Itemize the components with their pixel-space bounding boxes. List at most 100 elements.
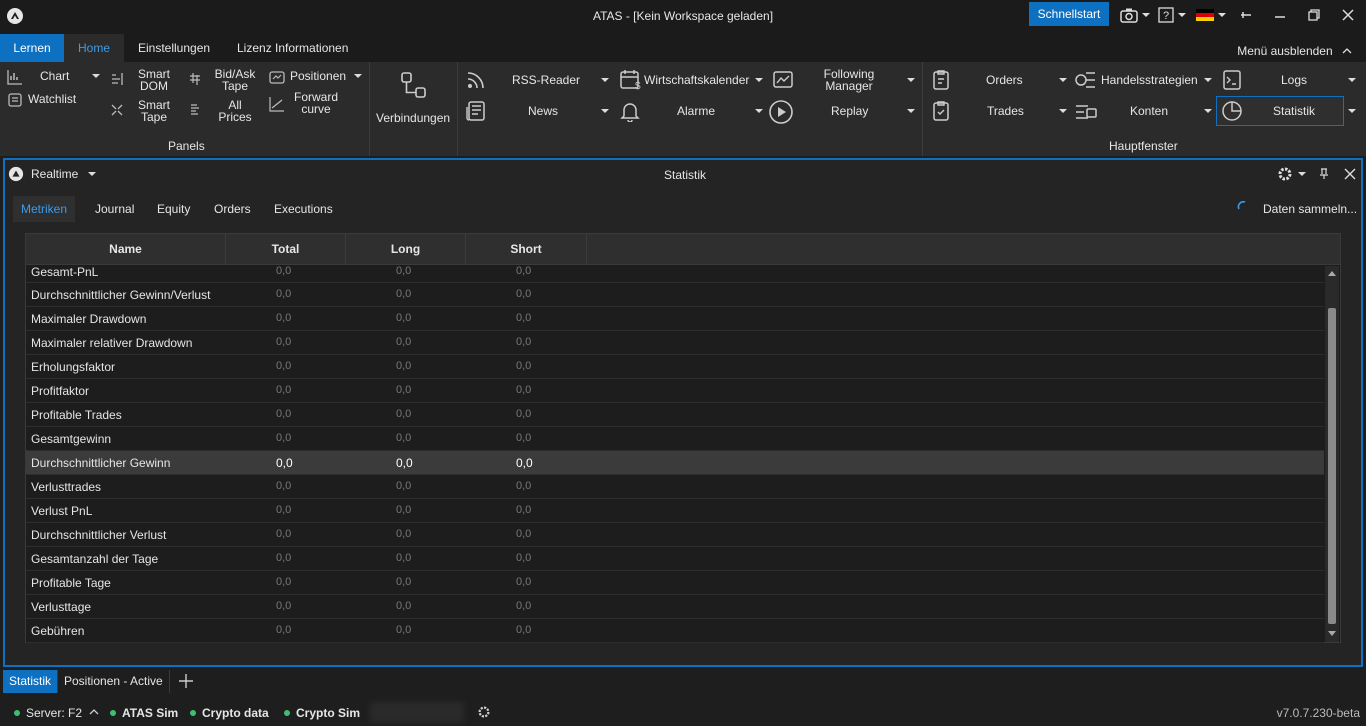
language-button[interactable] [1194, 5, 1228, 25]
table-row[interactable]: Profitable Tage 0,0 0,0 0,0 [26, 571, 1324, 595]
vertical-scrollbar[interactable] [1325, 266, 1339, 642]
metrics-table: Name Total Long Short Gesamt-PnL 0,0 0,0 0,… [25, 233, 1341, 643]
table-row[interactable]: Verlusttrades 0,0 0,0 0,0 [26, 475, 1324, 499]
news-button[interactable]: News [528, 104, 558, 118]
scroll-up-icon[interactable] [1328, 270, 1336, 276]
table-row[interactable]: Gesamt-PnL 0,0 0,0 0,0 [26, 265, 1324, 283]
add-tab-icon[interactable] [179, 674, 193, 688]
server-status[interactable]: Server: F2 [14, 706, 82, 720]
smart-dom-button[interactable]: Smart DOM [134, 68, 174, 92]
quickstart-button[interactable]: Schnellstart [1029, 2, 1109, 26]
column-header-long[interactable]: Long [346, 234, 466, 265]
connection-crypto-sim[interactable]: Crypto Sim [284, 706, 360, 720]
tab-lernen[interactable]: Lernen [0, 34, 64, 62]
trades-button[interactable]: Trades [987, 104, 1024, 118]
all-prices-button[interactable]: All Prices [210, 99, 260, 123]
handelsstrategien-dropdown-caret[interactable] [1204, 78, 1212, 82]
strategies-icon [1075, 72, 1095, 88]
metric-total-value: 0,0 [276, 528, 292, 540]
statistik-dropdown-caret[interactable] [1348, 109, 1356, 113]
table-row[interactable]: Durchschnittlicher Gewinn/Verlust 0,0 0,0 0… [26, 283, 1324, 307]
konten-button[interactable]: Konten [1130, 104, 1168, 118]
minimize-button[interactable] [1268, 5, 1292, 25]
scrollbar-thumb[interactable] [1328, 308, 1336, 624]
table-row[interactable]: Durchschnittlicher Gewinn 0,0 0,0 0,0 [26, 451, 1324, 475]
table-row[interactable]: Profitable Trades 0,0 0,0 0,0 [26, 403, 1324, 427]
chart-button[interactable]: Chart [40, 69, 69, 83]
all-prices-line2: Prices [218, 110, 252, 124]
positionen-button[interactable]: Positionen [290, 69, 346, 83]
panel-header: Realtime Statistik [5, 160, 1361, 188]
connection-crypto-data[interactable]: Crypto data [190, 706, 269, 720]
metric-long-value: 0,0 [396, 480, 412, 492]
tab-journal[interactable]: Journal [95, 196, 134, 222]
orders-icon [933, 70, 949, 90]
replay-dropdown-caret[interactable] [907, 109, 915, 113]
table-row[interactable]: Gesamtgewinn 0,0 0,0 0,0 [26, 427, 1324, 451]
following-manager-dropdown-caret[interactable] [907, 78, 915, 82]
tab-metriken[interactable]: Metriken [13, 196, 75, 222]
logs-button[interactable]: Logs [1281, 73, 1307, 87]
table-row[interactable]: Verlusttage 0,0 0,0 0,0 [26, 595, 1324, 619]
chevron-up-icon[interactable] [89, 708, 99, 716]
close-window-button[interactable] [1336, 5, 1360, 25]
positionen-dropdown-caret[interactable] [354, 74, 362, 78]
tab-einstellungen[interactable]: Einstellungen [138, 34, 210, 62]
alarme-dropdown-caret[interactable] [755, 109, 763, 113]
statistik-label: Statistik [1273, 104, 1316, 118]
ribbon-separator [369, 62, 370, 156]
bidask-tape-button[interactable]: Bid/Ask Tape [210, 68, 260, 92]
statistik-button[interactable]: Statistik [1216, 96, 1344, 126]
tab-orders[interactable]: Orders [214, 196, 251, 222]
pin-icon[interactable] [1318, 168, 1330, 180]
table-row[interactable]: Maximaler Drawdown 0,0 0,0 0,0 [26, 307, 1324, 331]
following-manager-button[interactable]: Following Manager [818, 68, 880, 92]
bottom-tab-statistik[interactable]: Statistik [3, 670, 58, 693]
orders-button[interactable]: Orders [986, 73, 1023, 87]
settings-gear-icon[interactable] [477, 705, 491, 719]
column-header-short[interactable]: Short [466, 234, 587, 265]
rss-reader-button[interactable]: RSS-Reader [512, 73, 580, 87]
table-row[interactable]: Profitfaktor 0,0 0,0 0,0 [26, 379, 1324, 403]
tab-executions[interactable]: Executions [274, 196, 333, 222]
trades-dropdown-caret[interactable] [1059, 109, 1067, 113]
help-button[interactable]: ? [1156, 5, 1188, 25]
column-header-name[interactable]: Name [26, 234, 226, 265]
tab-equity[interactable]: Equity [157, 196, 190, 222]
panel-settings-button[interactable] [1277, 166, 1307, 185]
replay-button[interactable]: Replay [831, 104, 868, 118]
metric-name: Maximaler Drawdown [31, 312, 147, 326]
konten-dropdown-caret[interactable] [1204, 109, 1212, 113]
logs-dropdown-caret[interactable] [1348, 78, 1356, 82]
news-dropdown-caret[interactable] [601, 109, 609, 113]
table-row[interactable]: Maximaler relativer Drawdown 0,0 0,0 0,0 [26, 331, 1324, 355]
alarme-button[interactable]: Alarme [677, 104, 715, 118]
menu-hide-button[interactable]: Menü ausblenden [1237, 44, 1352, 58]
wirtschaftskalender-dropdown-caret[interactable] [755, 78, 763, 82]
table-row[interactable]: Durchschnittlicher Verlust 0,0 0,0 0,0 [26, 523, 1324, 547]
handelsstrategien-button[interactable]: Handelsstrategien [1101, 73, 1198, 87]
tab-home[interactable]: Home [64, 34, 124, 62]
verbindungen-button[interactable]: Verbindungen [376, 111, 450, 125]
following-manager-icon [773, 71, 793, 88]
column-header-total[interactable]: Total [226, 234, 346, 265]
scroll-down-icon[interactable] [1328, 631, 1336, 637]
rss-dropdown-caret[interactable] [601, 78, 609, 82]
chart-dropdown-caret[interactable] [92, 74, 100, 78]
close-icon[interactable] [1344, 168, 1356, 180]
wirtschaftskalender-button[interactable]: Wirtschaftskalender [644, 73, 749, 87]
bottom-tab-positionen[interactable]: Positionen - Active [57, 670, 170, 693]
screenshot-button[interactable] [1118, 5, 1152, 25]
table-row[interactable]: Gesamtanzahl der Tage 0,0 0,0 0,0 [26, 547, 1324, 571]
table-row[interactable]: Erholungsfaktor 0,0 0,0 0,0 [26, 355, 1324, 379]
watchlist-button[interactable]: Watchlist [28, 92, 76, 106]
smart-tape-button[interactable]: Smart Tape [134, 99, 174, 123]
pin-window-button[interactable] [1236, 5, 1256, 25]
tab-lizenz-informationen[interactable]: Lizenz Informationen [237, 34, 348, 62]
table-row[interactable]: Verlust PnL 0,0 0,0 0,0 [26, 499, 1324, 523]
forward-curve-button[interactable]: Forward curve [290, 91, 342, 115]
table-row[interactable]: Gebühren 0,0 0,0 0,0 [26, 619, 1324, 643]
connection-atas-sim[interactable]: ATAS Sim [110, 706, 178, 720]
restore-button[interactable] [1302, 5, 1326, 25]
orders-dropdown-caret[interactable] [1059, 78, 1067, 82]
